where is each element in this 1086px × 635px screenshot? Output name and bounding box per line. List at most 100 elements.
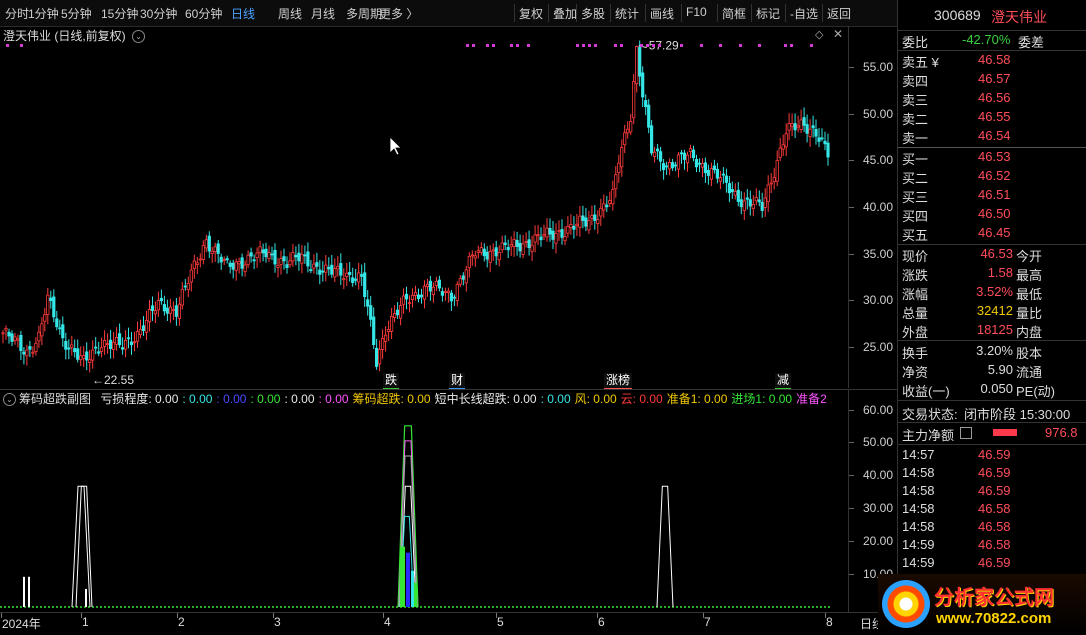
toolbar-item-0[interactable]: 分时 bbox=[5, 5, 29, 22]
candle-body bbox=[345, 272, 349, 277]
candle-body bbox=[249, 252, 253, 257]
toolbar-item-10[interactable]: 更多 〉 bbox=[379, 5, 418, 22]
stat2-label-2: 股本 bbox=[1016, 346, 1043, 361]
ask-price: 46.55 bbox=[978, 109, 1011, 124]
legend-item: : 0.00 bbox=[284, 392, 315, 406]
candle-body bbox=[70, 344, 74, 348]
toolbar-item-2[interactable]: 5分钟 bbox=[61, 5, 92, 22]
candle-body bbox=[530, 244, 534, 252]
chevron-down-icon[interactable]: ⌄ bbox=[3, 393, 16, 406]
candle-body bbox=[288, 260, 292, 266]
period-toolbar: 分时 1分钟 5分钟 15分钟 30分钟 60分钟 日线 周线 月线 多周期 更多 〉 复权 叠加 多股统… bbox=[0, 0, 898, 27]
toolbar-item-7[interactable]: 周线 bbox=[278, 5, 302, 22]
signal-marker bbox=[658, 44, 661, 47]
candle-body bbox=[19, 334, 23, 351]
candle-body bbox=[422, 285, 427, 300]
indicator-bar bbox=[400, 546, 405, 607]
candle-body bbox=[748, 199, 752, 207]
candle-body bbox=[476, 250, 480, 253]
candle-body bbox=[31, 351, 35, 354]
toolbar-item-1[interactable]: 1分钟 bbox=[28, 5, 59, 22]
bid-row[interactable]: 买二 46.52 bbox=[898, 168, 1086, 186]
toolbar-item-3[interactable]: 15分钟 bbox=[101, 5, 138, 22]
stat2-label: 换手 bbox=[902, 346, 929, 361]
candle-body bbox=[318, 269, 322, 275]
toolbar-button-3[interactable]: 统计 bbox=[615, 5, 639, 22]
event-tag[interactable]: 跌 bbox=[383, 373, 400, 390]
bid-row[interactable]: 买四 46.50 bbox=[898, 206, 1086, 224]
stat-label-2: 内盘 bbox=[1016, 325, 1043, 340]
toolbar-item-9[interactable]: 多周期 bbox=[346, 5, 382, 22]
bid-row[interactable]: 买五 46.45 bbox=[898, 225, 1086, 243]
indicator-chart[interactable] bbox=[0, 406, 848, 612]
candle-body bbox=[210, 250, 214, 255]
ask-row[interactable]: 卖二 46.55 bbox=[898, 109, 1086, 127]
weibi-label: 委比 bbox=[902, 35, 929, 50]
toolbar-button-6[interactable]: 简框 bbox=[722, 5, 746, 22]
toolbar-item-5[interactable]: 60分钟 bbox=[185, 5, 222, 22]
ask-row[interactable]: 卖三 46.56 bbox=[898, 90, 1086, 108]
candle-body bbox=[802, 117, 806, 126]
signal-marker bbox=[466, 44, 469, 47]
signal-marker bbox=[810, 44, 813, 47]
candle-body bbox=[153, 310, 157, 315]
quote-panel: 300689 澄天伟业 委比 -42.70% 委差 卖五 ¥ 46.58 卖四 46.… bbox=[897, 0, 1086, 635]
candle-body bbox=[629, 121, 633, 133]
candle-body bbox=[775, 160, 779, 182]
event-tag-row: 跌 财 涨榜 减 bbox=[0, 373, 848, 390]
toolbar-button-2[interactable]: 多股 bbox=[581, 5, 605, 22]
candle-body bbox=[793, 123, 797, 131]
candle-body bbox=[769, 182, 773, 185]
toolbar-button-4[interactable]: 画线 bbox=[650, 5, 674, 22]
candle-body bbox=[497, 252, 501, 261]
bid-label: 买五 bbox=[902, 228, 929, 243]
signal-marker bbox=[790, 44, 793, 47]
signal-marker bbox=[510, 44, 513, 47]
toolbar-item-4[interactable]: 30分钟 bbox=[140, 5, 177, 22]
candle-body bbox=[790, 123, 794, 127]
signal-marker bbox=[20, 44, 23, 47]
toolbar-button-0[interactable]: 复权 bbox=[519, 5, 543, 22]
signal-marker bbox=[614, 44, 617, 47]
event-tag[interactable]: 涨榜 bbox=[604, 373, 633, 390]
ask-row[interactable]: 卖四 46.57 bbox=[898, 71, 1086, 89]
toolbar-button-5[interactable]: F10 bbox=[686, 5, 707, 19]
date-label: 5 bbox=[497, 615, 504, 629]
toolbar-item-6[interactable]: 日线 bbox=[231, 5, 255, 22]
bid-row[interactable]: 买一 46.53 bbox=[898, 149, 1086, 167]
toolbar-button-1[interactable]: 叠加 bbox=[553, 5, 577, 22]
stat2-label-2: PE(动) bbox=[1016, 384, 1056, 399]
ask-row[interactable]: 卖一 46.54 bbox=[898, 128, 1086, 146]
candle-body bbox=[796, 125, 800, 128]
candle-body bbox=[500, 242, 504, 251]
candle-body bbox=[97, 351, 101, 354]
candle-body bbox=[470, 254, 474, 257]
list-icon[interactable] bbox=[960, 427, 972, 439]
candle-body bbox=[599, 207, 603, 217]
toolbar-button-9[interactable]: 返回 bbox=[827, 5, 851, 22]
candle-body bbox=[778, 147, 782, 158]
event-tag[interactable]: 财 bbox=[449, 373, 466, 390]
candle-body bbox=[814, 129, 818, 137]
candle-body bbox=[464, 269, 468, 284]
candle-body bbox=[721, 173, 726, 176]
candle-body bbox=[395, 309, 400, 316]
candle-body bbox=[186, 282, 190, 290]
bid-row[interactable]: 买三 46.51 bbox=[898, 187, 1086, 205]
candle-body bbox=[115, 336, 119, 345]
event-tag[interactable]: 减 bbox=[775, 373, 792, 390]
candle-body bbox=[590, 214, 594, 219]
candle-body bbox=[676, 154, 681, 170]
candle-body bbox=[452, 296, 457, 299]
indicator-title[interactable]: 筹码超跌副图 bbox=[19, 392, 91, 406]
candlestick-chart[interactable]: 57.29←22.55 bbox=[0, 26, 848, 388]
toolbar-button-8[interactable]: -自选 bbox=[790, 5, 818, 22]
candle-body bbox=[168, 306, 172, 314]
toolbar-button-7[interactable]: 标记 bbox=[756, 5, 780, 22]
candle-body bbox=[509, 243, 513, 247]
candle-body bbox=[279, 258, 283, 265]
bid-price: 46.52 bbox=[978, 168, 1011, 183]
stat-label-2: 量比 bbox=[1016, 306, 1043, 321]
ask-row[interactable]: 卖五 ¥ 46.58 bbox=[898, 52, 1086, 70]
toolbar-item-8[interactable]: 月线 bbox=[311, 5, 335, 22]
